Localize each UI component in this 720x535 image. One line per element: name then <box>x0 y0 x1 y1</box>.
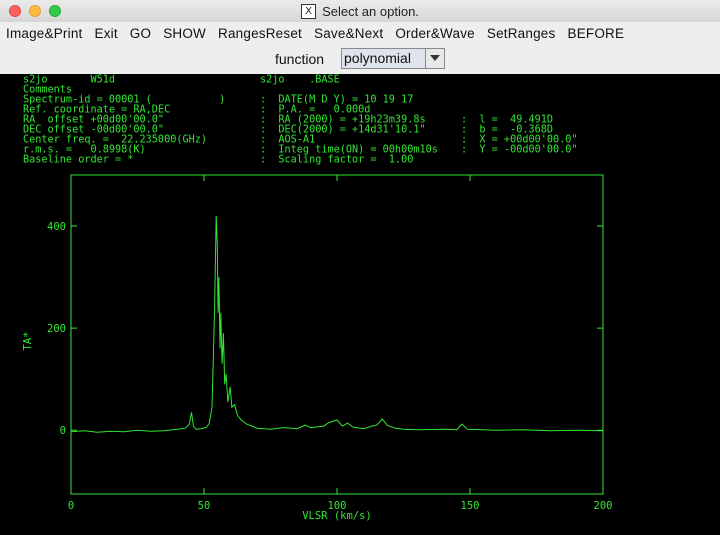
axis-ticks: 0 50 100 150 2000200400 <box>47 175 612 512</box>
menu-ranges-reset[interactable]: RangesReset <box>212 26 308 41</box>
spectrum-plot-area: s2jo W51d s2jo .BASE Comments Spectrum-i… <box>0 74 720 530</box>
header-line-7-left: Baseline order = * <box>23 155 133 166</box>
menu-show[interactable]: SHOW <box>157 26 212 41</box>
menu-set-ranges[interactable]: SetRanges <box>481 26 562 41</box>
spectrum-series-line <box>70 215 604 433</box>
x-tick-label-1: 50 <box>198 500 211 512</box>
menu-bar: Image&Print Exit GO SHOW RangesReset Sav… <box>0 22 720 44</box>
x-axis-label: VLSR (km/s) <box>302 510 372 522</box>
window-title: Select an option. <box>322 3 419 19</box>
header-source-right: s2jo .BASE <box>260 75 340 86</box>
menu-image-print[interactable]: Image&Print <box>0 26 88 41</box>
menu-before[interactable]: BEFORE <box>561 26 630 41</box>
function-select-value: polynomial <box>344 50 411 66</box>
x-tick-label-3: 150 <box>461 500 480 512</box>
dropdown-arrow-button[interactable] <box>425 49 444 68</box>
menu-exit[interactable]: Exit <box>88 26 123 41</box>
window-titlebar: X Select an option. <box>0 0 720 23</box>
chevron-down-icon <box>430 55 440 61</box>
spectrum-plot: s2jo W51d s2jo .BASE Comments Spectrum-i… <box>22 75 612 523</box>
menu-save-next[interactable]: Save&Next <box>308 26 389 41</box>
plot-frame <box>70 174 604 495</box>
function-label: function <box>275 51 325 67</box>
y-tick-label-1: 200 <box>47 323 66 335</box>
y-tick-label-2: 400 <box>47 221 66 233</box>
header-line-6-right: : Y = -00d00'00.0" <box>461 145 578 156</box>
window-title-group: X Select an option. <box>0 0 720 22</box>
header-line-7-mid: : Scaling factor = 1.00 <box>260 155 413 166</box>
x11-icon: X <box>301 3 317 19</box>
y-tick-label-0: 0 <box>60 425 66 437</box>
y-axis-label: TA* <box>22 332 34 351</box>
x-tick-label-4: 200 <box>594 500 613 512</box>
menu-go[interactable]: GO <box>124 26 157 41</box>
menu-order-wave[interactable]: Order&Wave <box>389 26 481 41</box>
header-text: s2jo W51d s2jo .BASE Comments Spectrum-i… <box>23 75 578 166</box>
function-bar: function polynomial <box>0 44 720 74</box>
x-tick-label-0: 0 <box>68 500 74 512</box>
function-select[interactable]: polynomial <box>341 48 445 69</box>
